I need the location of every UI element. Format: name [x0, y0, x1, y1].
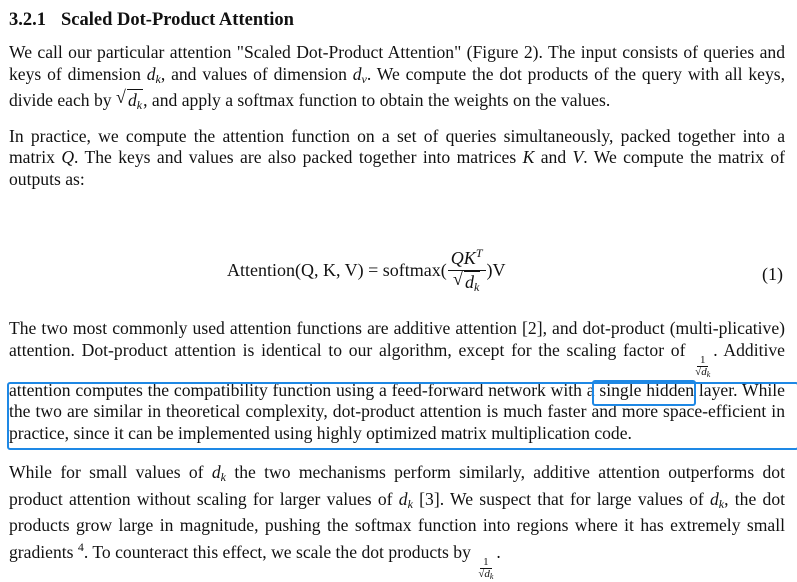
equation-sqrt-dk: √ dk: [452, 269, 481, 294]
dk-symbol-3: dk: [398, 488, 413, 511]
matrix-v: V: [572, 147, 584, 167]
paper-page: 3.2.1 Scaled Dot-Product Attention We cal…: [7, 8, 797, 581]
equation-numerator-sup: T: [475, 246, 483, 260]
paragraph-4: While for small values of dk the two mec…: [9, 462, 785, 581]
dv-symbol: dv: [352, 63, 367, 86]
equation-numerator: QK: [450, 248, 476, 268]
p2-text-c: and: [534, 147, 573, 167]
dk-symbol-4: dk: [709, 488, 725, 511]
paragraph-2: In practice, we compute the attention fu…: [9, 126, 785, 191]
matrix-k: K: [522, 147, 535, 167]
equation-lhs: Attention(Q, K, V) = softmax(: [227, 260, 447, 280]
dk-symbol: dk: [146, 63, 161, 86]
highlight-box-phrase: [592, 380, 696, 406]
p3-text-a: The two most commonly used attention fun…: [9, 318, 785, 360]
p4-text-c: [3]. We suspect that for large values of: [412, 488, 710, 509]
equation-number: (1): [762, 264, 783, 284]
equation-fraction: QKT √ dk: [447, 246, 486, 295]
p4-text-a: While for small values of: [9, 462, 212, 482]
equation-1: Attention(Q, K, V) = softmax( QKT √ dk )V…: [9, 240, 785, 300]
sqrt-dk: √ dk: [116, 87, 144, 112]
matrix-q: Q: [61, 147, 75, 167]
p1-text-d: , and apply a softmax function to obtain…: [143, 90, 611, 110]
p2-text-b: . The keys and values are also packed to…: [74, 147, 523, 167]
equation-rhs: )V: [486, 260, 506, 280]
paragraph-1: We call our particular attention "Scaled…: [9, 42, 785, 117]
p1-text-b: , and values of dimension: [160, 63, 353, 84]
section-heading: 3.2.1 Scaled Dot-Product Attention: [9, 8, 785, 32]
scaling-factor-fraction-2: 1 √dk: [478, 555, 494, 581]
section-title: Scaled Dot-Product Attention: [61, 10, 294, 30]
scaling-factor-fraction: 1 √dk: [695, 353, 711, 379]
section-number: 3.2.1: [9, 10, 46, 30]
dk-symbol-2: dk: [211, 462, 226, 484]
